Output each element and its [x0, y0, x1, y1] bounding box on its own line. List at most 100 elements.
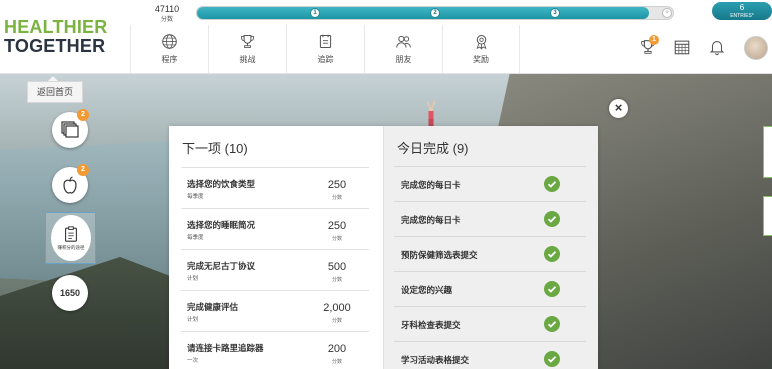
completed-row[interactable]: 牙科检查表提交 — [394, 306, 586, 341]
progress-bar: 1 2 3 ✧ — [196, 6, 674, 20]
checkmark-icon — [544, 316, 560, 332]
task-row[interactable]: 选择您的睡眠简况 每季度 250 分数 — [181, 208, 369, 249]
side-score-button[interactable]: 1650 — [52, 275, 88, 311]
task-row[interactable]: 选择您的饮食类型 每季度 250 分数 — [181, 167, 369, 208]
nav-challenges[interactable]: 挑战 — [208, 25, 286, 73]
trophy-badge: 1 — [649, 35, 659, 45]
task-points: 250 — [327, 220, 347, 232]
task-row[interactable]: 请连接卡路里追踪器 一次 200 分数 — [181, 331, 369, 369]
side-score-value: 1650 — [59, 288, 81, 298]
friends-icon — [396, 35, 411, 48]
task-points: 250 — [327, 179, 347, 191]
activities-panel: 下一项 (10) 选择您的饮食类型 每季度 250 分数 选择您的睡眠简况 每季… — [169, 126, 598, 369]
task-points-label: 分数 — [331, 277, 342, 283]
task-points: 500 — [327, 261, 347, 273]
completed-today-column: 今日完成 (9) 完成您的每日卡 完成您的每日卡 预防保健筛选表提交 设定您的兴… — [383, 126, 598, 369]
points-value: 47110 — [154, 4, 180, 14]
close-icon: × — [614, 100, 623, 115]
rewards-icon — [476, 35, 486, 50]
nav-programs[interactable]: 程序 — [130, 25, 208, 73]
next-up-column: 下一项 (10) 选择您的饮食类型 每季度 250 分数 选择您的睡眠简况 每季… — [169, 126, 383, 369]
completed-row[interactable]: 完成您的每日卡 — [394, 201, 586, 236]
nav-label: 朋友 — [395, 55, 412, 64]
brand-logo[interactable]: HEALTHIER TOGETHER — [4, 18, 107, 56]
completed-name: 学习活动表格提交 — [401, 355, 470, 365]
close-panel-button[interactable]: × — [609, 99, 628, 118]
task-frequency: 计划 — [187, 276, 199, 282]
trophy-icon — [241, 35, 254, 48]
avatar[interactable] — [744, 36, 768, 60]
calendar-button[interactable] — [673, 38, 691, 56]
nav-rewards[interactable]: 奖励 — [442, 25, 520, 73]
completed-row[interactable]: 完成您的每日卡 — [394, 166, 586, 201]
task-row[interactable]: 完成健康评估 计划 2,000 分数 — [181, 290, 369, 331]
brand-line2: TOGETHER — [4, 36, 106, 56]
nav-label: 奖励 — [473, 55, 489, 64]
completed-today-title: 今日完成 (9) — [397, 141, 469, 156]
task-points-label: 分数 — [331, 318, 342, 324]
back-home-tooltip: 返回首页 — [27, 76, 83, 103]
task-points-label: 分数 — [331, 359, 342, 365]
points-label: 分数 — [160, 17, 173, 23]
task-frequency: 计划 — [187, 317, 199, 323]
side-nutrition-button[interactable]: 2 — [52, 164, 89, 203]
checkmark-icon — [544, 211, 560, 227]
entries-button[interactable]: 6 ENTRIES* — [712, 2, 772, 20]
task-frequency: 每季度 — [187, 235, 204, 241]
task-name: 完成健康评估 — [187, 302, 239, 312]
checkmark-icon — [544, 176, 560, 192]
tracker-icon — [319, 34, 332, 48]
right-edge-tab[interactable] — [763, 126, 772, 178]
task-points: 200 — [327, 343, 347, 355]
task-name: 请连接卡路里追踪器 — [187, 343, 264, 353]
task-points-label: 分数 — [331, 195, 342, 201]
task-frequency: 一次 — [187, 358, 199, 364]
nav-friends[interactable]: 朋友 — [364, 25, 442, 73]
trophy-notification-button[interactable]: 1 — [639, 35, 659, 56]
task-name: 选择您的饮食类型 — [187, 179, 256, 189]
right-edge-tab[interactable] — [763, 196, 772, 236]
earn-points-label: 赚积分的途径 — [57, 245, 85, 250]
cards-badge: 2 — [77, 109, 89, 121]
side-cards-button[interactable]: 2 — [52, 109, 89, 148]
completed-row[interactable]: 设定您的兴趣 — [394, 271, 586, 306]
top-header: HEALTHIER TOGETHER 47110 分数 1 2 3 ✧ 6 EN… — [0, 0, 772, 74]
task-points: 2,000 — [323, 302, 351, 314]
bell-icon — [709, 41, 725, 56]
completed-row[interactable]: 预防保健筛选表提交 — [394, 236, 586, 271]
nav-label: 程序 — [161, 55, 178, 64]
task-row[interactable]: 完成无尼古丁协议 计划 500 分数 — [181, 249, 369, 290]
notifications-button[interactable] — [708, 38, 726, 56]
completed-name: 预防保健筛选表提交 — [401, 250, 478, 260]
calendar-icon — [674, 40, 690, 55]
milestone-1: 1 — [310, 8, 320, 18]
background-person — [426, 100, 436, 127]
entries-label: ENTRIES* — [730, 13, 754, 19]
entries-count: 6 — [739, 3, 745, 12]
progress-fill — [197, 7, 650, 19]
main-nav: 程序 挑战 追踪 朋友 奖励 — [130, 25, 520, 73]
progress-end-icon: ✧ — [662, 8, 672, 18]
nav-label: 挑战 — [239, 55, 256, 64]
points-counter: 47110 分数 — [146, 4, 188, 23]
task-frequency: 每季度 — [187, 194, 204, 200]
checkmark-icon — [544, 281, 560, 297]
task-name: 完成无尼古丁协议 — [187, 261, 256, 271]
clipboard-icon — [65, 226, 77, 242]
globe-icon — [162, 34, 177, 49]
completed-name: 完成您的每日卡 — [401, 180, 461, 190]
nav-tracking[interactable]: 追踪 — [286, 25, 364, 73]
apple-icon — [63, 176, 77, 194]
checkmark-icon — [544, 246, 560, 262]
brand-line1: HEALTHIER — [4, 17, 108, 37]
completed-name: 牙科检查表提交 — [401, 320, 461, 330]
completed-row[interactable]: 学习活动表格提交 — [394, 341, 586, 369]
side-earn-points-button[interactable]: 赚积分的途径 — [45, 212, 96, 264]
nav-label: 追踪 — [317, 55, 334, 64]
next-up-title: 下一项 (10) — [182, 141, 248, 156]
cards-icon — [61, 121, 79, 138]
task-points-label: 分数 — [331, 236, 342, 242]
completed-name: 设定您的兴趣 — [401, 285, 453, 295]
task-name: 选择您的睡眠简况 — [187, 220, 256, 230]
milestone-3: 3 — [550, 8, 560, 18]
